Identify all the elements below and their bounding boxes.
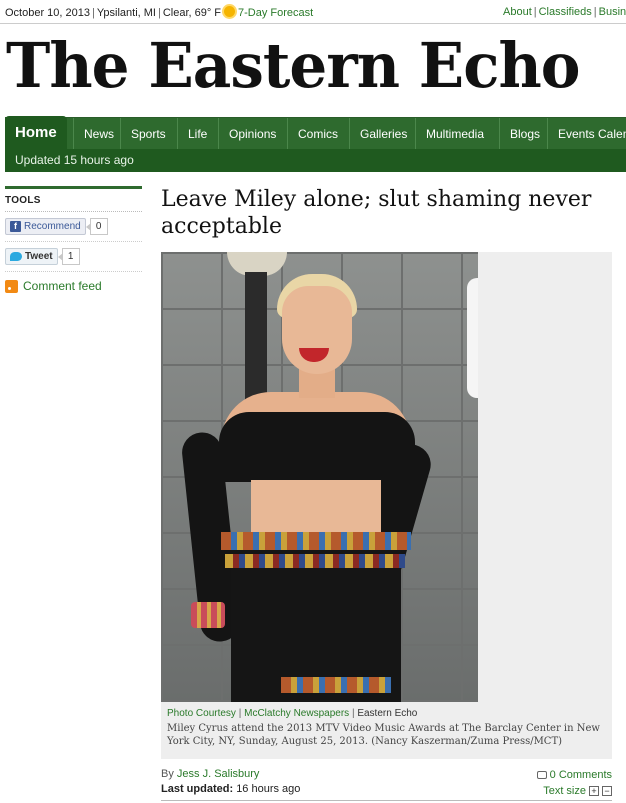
photo-credit-outlet: Eastern Echo: [357, 708, 418, 719]
forecast-link[interactable]: 7-Day Forecast: [238, 7, 313, 19]
tweet-count: 1: [57, 248, 80, 265]
recommend-button[interactable]: f Recommend: [5, 218, 86, 235]
photo-credit-label: Photo Courtesy: [167, 708, 236, 719]
recommend-row: f Recommend 0: [5, 212, 142, 242]
caption-text: Miley Cyrus attend the 2013 MTV Video Mu…: [167, 723, 600, 747]
comment-feed-link[interactable]: Comment feed: [5, 279, 142, 293]
author-link[interactable]: Jess J. Salisbury: [177, 768, 260, 780]
tools-sidebar: TOOLS f Recommend 0 Tweet 1 Comment feed: [5, 186, 142, 293]
photo-container: Photo Courtesy | McClatchy Newspapers | …: [161, 252, 612, 759]
nav-multimedia[interactable]: Multimedia: [415, 118, 494, 150]
facebook-icon: f: [10, 221, 21, 232]
article-meta: 0 Comments Text size + −: [500, 769, 612, 797]
tweet-button[interactable]: Tweet: [5, 248, 58, 265]
article-headline: Leave Miley alone; slut shaming never ac…: [161, 187, 592, 239]
photo-credit-source[interactable]: McClatchy Newspapers: [244, 708, 349, 719]
twitter-bird-icon: [10, 252, 22, 261]
classifieds-link[interactable]: Classifieds: [539, 6, 592, 18]
about-link[interactable]: About: [503, 6, 532, 18]
top-info-bar: October 10, 2013 | Ypsilanti, MI | Clear, 69…: [0, 0, 626, 24]
tweet-label: Tweet: [25, 251, 53, 262]
date-weather-strip: October 10, 2013 | Ypsilanti, MI | Clear, 69…: [5, 6, 314, 19]
comment-bubble-icon: [536, 771, 547, 779]
recommend-count: 0: [85, 218, 108, 235]
byline: By Jess J. Salisbury Last updated: 16 ho…: [161, 768, 300, 795]
nav-blogs[interactable]: Blogs: [499, 118, 550, 150]
rss-icon: [5, 279, 18, 293]
article-photo[interactable]: [161, 252, 478, 702]
last-updated-label: Last updated:: [161, 783, 234, 795]
photo-caption: Photo Courtesy | McClatchy Newspapers | …: [167, 708, 607, 748]
tools-rule: [5, 186, 142, 189]
main-nav: Home News Sports Life Opinions Comics Ga…: [5, 116, 626, 150]
current-date: October 10, 2013: [5, 7, 91, 19]
photo-credit: Photo Courtesy | McClatchy Newspapers | …: [167, 708, 418, 719]
nav-events-calendar[interactable]: Events Calen: [547, 118, 626, 150]
text-size-control: Text size + −: [500, 785, 612, 797]
utility-links: About | Classifieds | Busin: [503, 6, 626, 18]
comments-link[interactable]: 0 Comments: [500, 769, 612, 781]
location: Ypsilanti, MI: [96, 7, 156, 19]
nav-news[interactable]: News: [73, 118, 124, 150]
sun-icon: [224, 6, 236, 17]
byline-prefix: By: [161, 768, 174, 780]
last-updated: Last updated: 16 hours ago: [161, 783, 300, 795]
nav-sports[interactable]: Sports: [120, 118, 176, 150]
text-size-increase-icon[interactable]: +: [589, 786, 599, 796]
business-link[interactable]: Busin: [599, 6, 626, 18]
nav-life[interactable]: Life: [177, 118, 217, 150]
comment-feed-label: Comment feed: [23, 279, 102, 293]
recommend-label: Recommend: [24, 221, 81, 232]
text-size-label: Text size: [543, 785, 586, 797]
comments-count: 0 Comments: [549, 769, 612, 781]
tools-title: TOOLS: [5, 195, 41, 206]
tweet-row: Tweet 1: [5, 242, 142, 272]
site-masthead[interactable]: The Eastern Echo: [6, 28, 581, 104]
weather-text: Clear, 69° F: [162, 7, 222, 19]
updated-bar: Updated 15 hours ago: [5, 149, 626, 172]
last-updated-value: 16 hours ago: [236, 783, 301, 795]
nav-home[interactable]: Home: [5, 116, 67, 150]
nav-galleries[interactable]: Galleries: [349, 118, 417, 150]
nav-comics[interactable]: Comics: [287, 118, 348, 150]
text-size-decrease-icon[interactable]: −: [602, 786, 612, 796]
nav-opinions[interactable]: Opinions: [218, 118, 286, 150]
